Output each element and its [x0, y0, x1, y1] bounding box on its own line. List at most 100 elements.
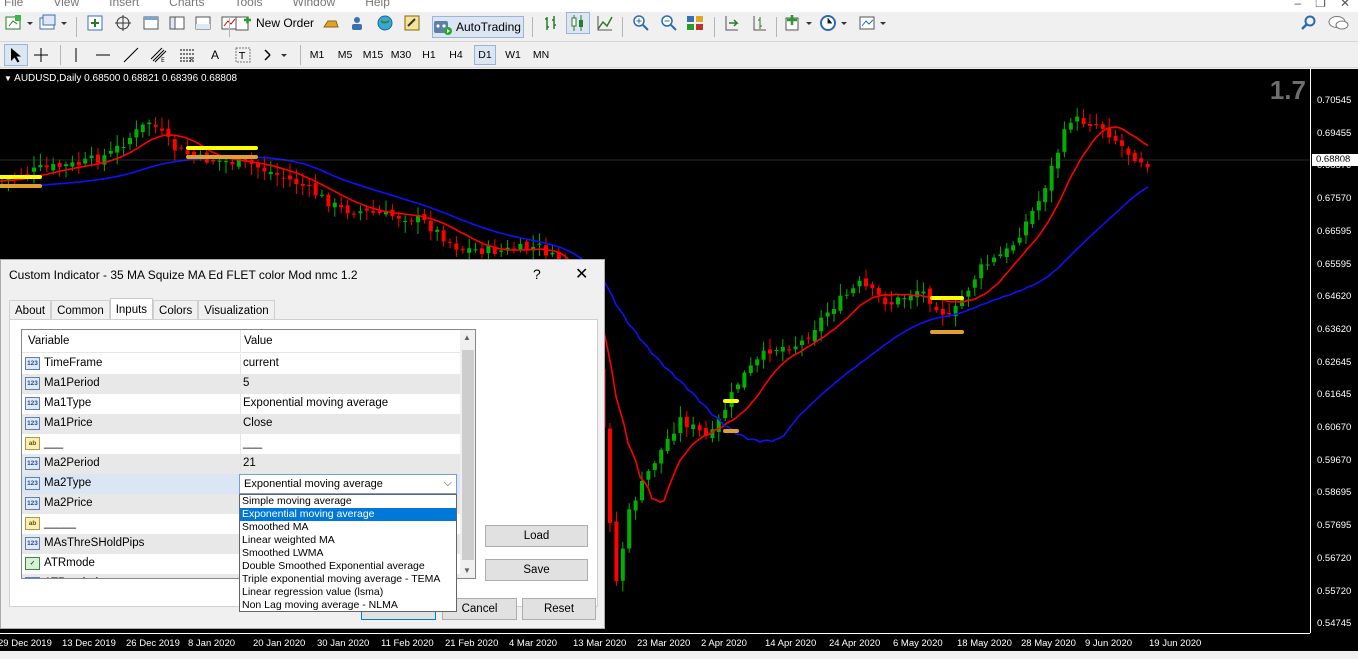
- dropdown-option[interactable]: Triple exponential moving average - TEMA: [240, 573, 456, 586]
- horizontal-line-button[interactable]: [92, 44, 114, 66]
- zoom-in-button[interactable]: [630, 12, 652, 34]
- tab-about[interactable]: About: [9, 300, 52, 320]
- zoom-out-button[interactable]: [658, 12, 680, 34]
- navigator-button[interactable]: [166, 12, 188, 34]
- menu-insert[interactable]: Insert: [109, 0, 139, 9]
- input-row-[interactable]: ab ___ ___: [22, 434, 460, 454]
- tab-common[interactable]: Common: [51, 300, 110, 320]
- minimize-icon[interactable]: –: [1294, 0, 1301, 10]
- tf-m15-button[interactable]: M15: [361, 45, 385, 65]
- data-window-button[interactable]: [140, 12, 162, 34]
- input-row-ma1type[interactable]: 123 Ma1Type Exponential moving average: [22, 394, 460, 414]
- load-button[interactable]: Load: [485, 525, 588, 547]
- restore-icon[interactable]: ❐: [1315, 0, 1326, 10]
- input-row-ma1price[interactable]: 123 Ma1Price Close: [22, 414, 460, 434]
- grid-scrollbar[interactable]: ▲ ▼: [460, 330, 475, 578]
- scroll-thumb[interactable]: [462, 350, 474, 560]
- menu-file[interactable]: File: [4, 0, 23, 9]
- crosshair-nav-button[interactable]: [112, 12, 134, 34]
- input-row-timeframe[interactable]: 123 TimeFrame current: [22, 354, 460, 374]
- menu-tools[interactable]: Tools: [235, 0, 263, 9]
- dropdown-option[interactable]: Simple moving average: [240, 495, 456, 508]
- tf-mn-button[interactable]: MN: [529, 45, 553, 65]
- tab-visualization[interactable]: Visualization: [198, 300, 275, 320]
- chart-shift-button[interactable]: [748, 12, 770, 34]
- input-row-ma2period[interactable]: 123 Ma2Period 21: [22, 454, 460, 474]
- indicators-button[interactable]: [782, 12, 816, 34]
- vertical-line-button[interactable]: [66, 44, 86, 66]
- reset-button[interactable]: Reset: [522, 598, 596, 620]
- chat-button[interactable]: [1326, 12, 1352, 34]
- input-value[interactable]: 21: [243, 457, 256, 469]
- menu-view[interactable]: View: [53, 0, 79, 9]
- new-chart-button[interactable]: [4, 12, 34, 34]
- new-order-button[interactable]: New Order: [234, 12, 316, 34]
- tf-m30-button[interactable]: M30: [389, 45, 413, 65]
- close-icon[interactable]: ✕: [1340, 0, 1350, 10]
- dropdown-option[interactable]: Linear regression value (lsma): [240, 586, 456, 599]
- column-header-value[interactable]: Value: [244, 335, 273, 347]
- tf-d1-button[interactable]: D1: [474, 45, 496, 65]
- menu-help[interactable]: Help: [365, 0, 390, 9]
- input-value[interactable]: current: [243, 357, 279, 369]
- scroll-down-icon[interactable]: ▼: [463, 566, 471, 575]
- market-watch-button[interactable]: [84, 12, 106, 34]
- dropdown-option[interactable]: Smoothed MA: [240, 521, 456, 534]
- input-value[interactable]: ___: [243, 437, 262, 449]
- dropdown-option[interactable]: Exponential moving average: [240, 508, 456, 521]
- gold-button[interactable]: [320, 12, 342, 34]
- tab-inputs[interactable]: Inputs: [109, 298, 154, 320]
- candlestick-chart-button[interactable]: [566, 12, 590, 34]
- menu-window[interactable]: Window: [293, 0, 336, 9]
- crosshair-button[interactable]: [30, 44, 52, 66]
- signals-button[interactable]: [374, 12, 396, 34]
- time-tick-label: 18 May 2020: [957, 638, 1012, 649]
- periods-button[interactable]: [818, 12, 850, 34]
- candle-body: [217, 160, 222, 162]
- input-row-ma1period[interactable]: 123 Ma1Period 5: [22, 374, 460, 394]
- input-value[interactable]: Close: [243, 417, 272, 429]
- autoscroll-button[interactable]: [720, 12, 742, 34]
- trendline-button[interactable]: [120, 44, 142, 66]
- community-button[interactable]: [346, 12, 368, 34]
- menu-charts[interactable]: Charts: [169, 0, 204, 9]
- text-label-button[interactable]: T: [232, 44, 254, 66]
- dropdown-option[interactable]: Smoothed LWMA: [240, 547, 456, 560]
- tf-w1-button[interactable]: W1: [502, 45, 524, 65]
- price-scale[interactable]: 0.68808 0.70545 0.69455 0.68570 0.67570 0.66…: [1310, 69, 1358, 633]
- chevron-down-icon[interactable]: ⌵: [444, 477, 452, 490]
- close-icon[interactable]: ✕: [575, 264, 588, 284]
- tf-m1-button[interactable]: M1: [306, 45, 328, 65]
- dropdown-option[interactable]: Linear weighted MA: [240, 534, 456, 547]
- time-tick-label: 8 Jan 2020: [188, 638, 236, 649]
- tf-h4-button[interactable]: H4: [445, 45, 467, 65]
- column-header-variable[interactable]: Variable: [28, 335, 69, 347]
- metaeditor-button[interactable]: [400, 12, 424, 34]
- candle-body: [819, 317, 824, 332]
- equidistant-channel-button[interactable]: E: [148, 44, 170, 66]
- text-button[interactable]: A: [204, 44, 226, 66]
- search-button[interactable]: [1298, 12, 1320, 34]
- dropdown-option[interactable]: Non Lag moving average - NLMA: [240, 599, 456, 611]
- input-value[interactable]: Exponential moving average: [243, 397, 388, 409]
- profiles-button[interactable]: [38, 12, 68, 34]
- scroll-up-icon[interactable]: ▲: [463, 333, 471, 342]
- tf-h1-button[interactable]: H1: [418, 45, 440, 65]
- input-value[interactable]: 5: [243, 377, 249, 389]
- cursor-button[interactable]: [4, 44, 28, 66]
- line-chart-button[interactable]: [594, 12, 616, 34]
- arrows-button[interactable]: [260, 44, 292, 66]
- bar-chart-button[interactable]: [540, 12, 562, 34]
- candle-body: [883, 297, 888, 305]
- fibonacci-button[interactable]: F: [176, 44, 198, 66]
- help-icon[interactable]: ?: [533, 266, 541, 282]
- tf-m5-button[interactable]: M5: [333, 45, 357, 65]
- templates-button[interactable]: [856, 12, 890, 34]
- terminal-button[interactable]: [192, 12, 214, 34]
- tab-colors[interactable]: Colors: [153, 300, 199, 320]
- ma2type-combobox[interactable]: Exponential moving average ⌵: [239, 474, 457, 494]
- save-button[interactable]: Save: [485, 559, 588, 581]
- dropdown-option[interactable]: Double Smoothed Exponential average: [240, 560, 456, 573]
- tile-windows-button[interactable]: [684, 12, 706, 34]
- autotrading-button[interactable]: AutoTrading: [432, 16, 524, 38]
